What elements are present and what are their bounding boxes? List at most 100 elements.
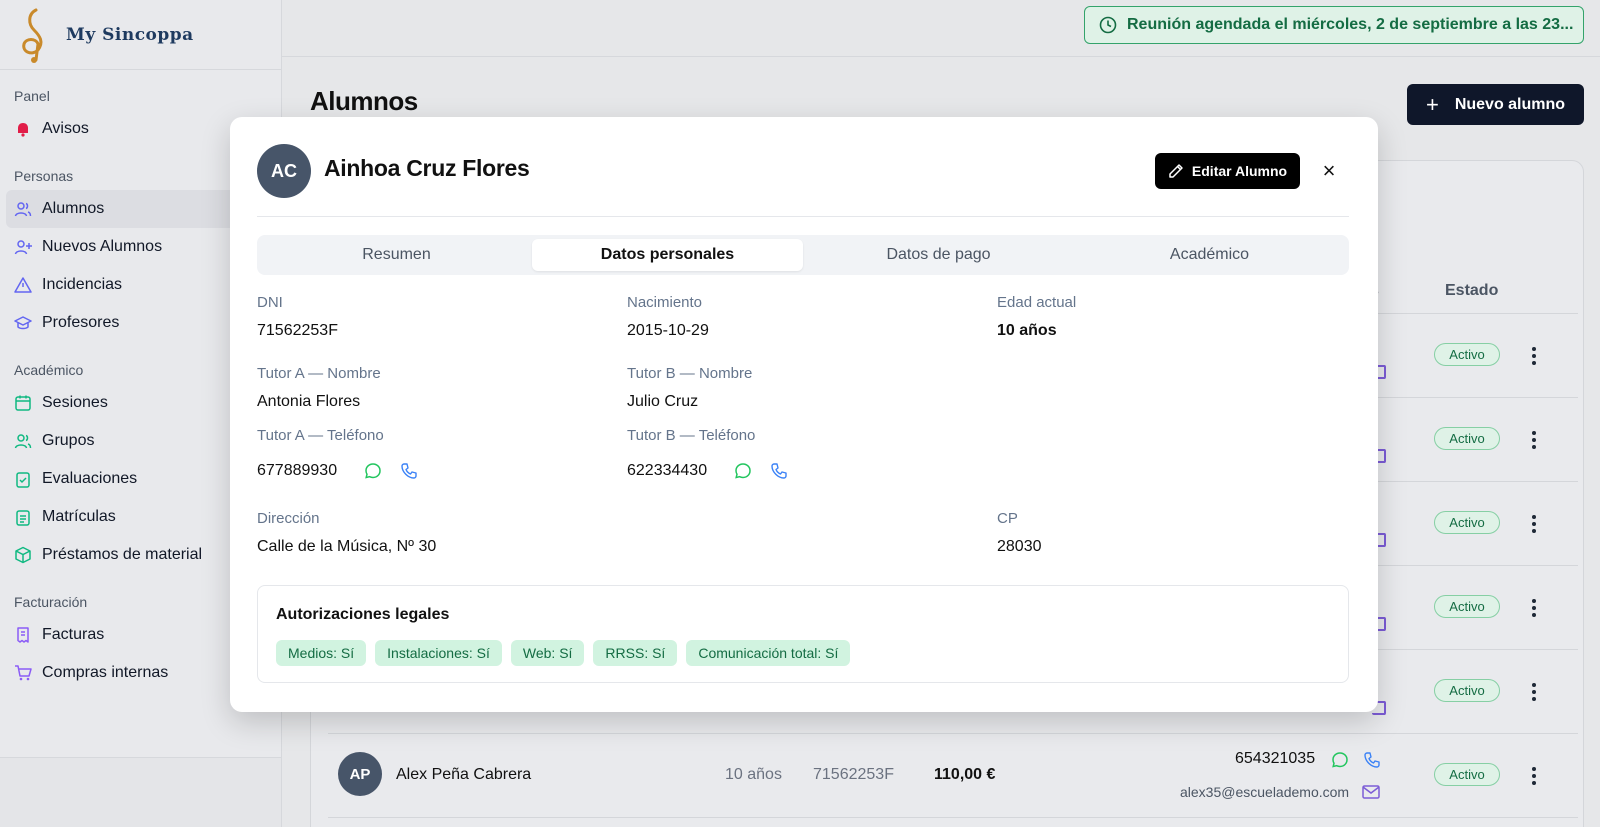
whatsapp-icon[interactable] <box>1331 751 1349 769</box>
tutor-b-name-label: Tutor B — Nombre <box>627 365 753 382</box>
status-badge: Activo <box>1434 679 1500 702</box>
student-name[interactable]: Alex Peña Cabrera <box>396 766 531 784</box>
row-menu-icon[interactable] <box>1530 683 1538 701</box>
row-menu-icon[interactable] <box>1530 599 1538 617</box>
authorization-chip-instalaciones: Instalaciones: Sí <box>375 640 502 666</box>
row-menu-icon[interactable] <box>1530 515 1538 533</box>
tutor-a-name-value: Antonia Flores <box>257 393 361 410</box>
student-detail-modal: AC Ainhoa Cruz Flores Editar Alumno × Re… <box>230 117 1378 712</box>
nav-section-panel: Panel <box>14 88 50 104</box>
tutor-b-phone-value: 622334430 <box>627 462 708 479</box>
cart-icon <box>15 665 32 681</box>
clipboard-check-icon <box>16 472 30 488</box>
authorization-chip-web: Web: Sí <box>510 640 585 666</box>
calendar-icon <box>15 395 31 411</box>
treble-clef-logo-icon <box>22 8 43 63</box>
student-email[interactable]: alex35@escuelademo.com <box>1180 784 1349 800</box>
toast-notification[interactable]: Reunión agendada el miércoles, 2 de sept… <box>1084 6 1584 44</box>
email-icon[interactable] <box>1362 785 1380 799</box>
modal-divider <box>257 216 1349 217</box>
student-name-title: Ainhoa Cruz Flores <box>324 155 530 181</box>
phone-icon[interactable] <box>770 462 788 480</box>
dni-value: 71562253F <box>257 322 338 339</box>
graduation-cap-icon <box>14 316 32 330</box>
tab-datos-de-pago[interactable]: Datos de pago <box>803 239 1074 271</box>
tutor-a-contact-actions <box>364 462 418 480</box>
status-badge: Activo <box>1434 343 1500 366</box>
sidebar-item-label: Alumnos <box>42 200 105 217</box>
tutor-b-contact-actions <box>734 462 788 480</box>
student-dni: 71562253F <box>813 766 894 783</box>
avatar: AP <box>338 752 382 796</box>
avatar: AC <box>257 144 311 198</box>
toast-text: Reunión agendada el miércoles, 2 de sept… <box>1127 16 1574 33</box>
tutor-b-phone-label: Tutor B — Teléfono <box>627 427 756 444</box>
authorization-chip-rrss: RRSS: Sí <box>593 640 678 666</box>
column-header-status[interactable]: Estado <box>1445 282 1498 300</box>
group-icon <box>14 434 32 449</box>
edit-student-label: Editar Alumno <box>1191 163 1288 179</box>
new-student-button[interactable]: + Nuevo alumno <box>1407 84 1584 125</box>
sidebar-item-label: Sesiones <box>42 394 108 411</box>
close-icon[interactable]: × <box>1318 160 1340 182</box>
authorization-chip-medios: Medios: Sí <box>276 640 367 666</box>
sidebar-footer <box>0 757 281 827</box>
sidebar-item-label: Préstamos de material <box>42 546 203 563</box>
table-divider <box>328 733 1578 734</box>
status-badge: Activo <box>1434 511 1500 534</box>
tutor-a-phone-value: 677889930 <box>257 462 338 479</box>
birth-label: Nacimiento <box>627 294 703 311</box>
sidebar-item-label: Matrículas <box>42 508 116 525</box>
package-icon <box>15 546 31 564</box>
tab-academico[interactable]: Académico <box>1074 239 1345 271</box>
table-divider <box>328 817 1578 818</box>
authorization-chips: Medios: Sí Instalaciones: Sí Web: Sí RRS… <box>276 640 851 666</box>
phone-icon[interactable] <box>400 462 418 480</box>
row-menu-icon[interactable] <box>1530 767 1538 785</box>
tab-resumen[interactable]: Resumen <box>261 239 532 271</box>
tutor-a-name-label: Tutor A — Nombre <box>257 365 381 382</box>
modal-tabs: Resumen Datos personales Datos de pago A… <box>257 235 1349 275</box>
edit-student-button[interactable]: Editar Alumno <box>1155 153 1300 189</box>
clock-icon <box>1099 16 1117 34</box>
student-amount: 110,00 € <box>934 766 996 783</box>
sidebar-item-label: Facturas <box>42 626 105 643</box>
tab-datos-personales[interactable]: Datos personales <box>532 239 803 271</box>
status-badge: Activo <box>1434 763 1500 786</box>
age-value: 10 años <box>997 322 1057 339</box>
receipt-icon <box>17 627 29 643</box>
users-icon <box>14 202 32 217</box>
tutor-a-phone-label: Tutor A — Teléfono <box>257 427 384 444</box>
sidebar-item-label: Grupos <box>42 432 95 449</box>
sidebar-item-label: Avisos <box>42 120 89 137</box>
sidebar-item-label: Evaluaciones <box>42 470 138 487</box>
address-value: Calle de la Música, Nº 30 <box>257 538 437 555</box>
warning-icon <box>14 277 32 293</box>
plus-icon: + <box>1425 91 1439 117</box>
pencil-icon <box>1169 164 1183 178</box>
page-title: Alumnos <box>310 86 418 116</box>
student-age: 10 años <box>725 766 782 783</box>
tutor-b-name-value: Julio Cruz <box>627 393 699 410</box>
cp-label: CP <box>997 510 1018 527</box>
phone-icon[interactable] <box>1363 751 1381 769</box>
dni-label: DNI <box>257 294 283 311</box>
new-student-label: Nuevo alumno <box>1454 95 1566 113</box>
legal-authorizations-title: Autorizaciones legales <box>276 606 450 623</box>
status-badge: Activo <box>1434 427 1500 450</box>
row-menu-icon[interactable] <box>1530 431 1538 449</box>
whatsapp-icon[interactable] <box>734 462 752 480</box>
brand[interactable]: My Sincoppa <box>0 0 281 70</box>
status-badge: Activo <box>1434 595 1500 618</box>
cp-value: 28030 <box>997 538 1042 555</box>
birth-value: 2015-10-29 <box>627 322 709 339</box>
age-label: Edad actual <box>997 294 1077 311</box>
user-plus-icon <box>14 240 32 255</box>
sidebar-item-label: Incidencias <box>42 276 123 293</box>
address-label: Dirección <box>257 510 320 527</box>
row-menu-icon[interactable] <box>1530 347 1538 365</box>
sidebar-item-label: Nuevos Alumnos <box>42 238 163 255</box>
legal-authorizations-panel: Autorizaciones legales Medios: Sí Instal… <box>257 585 1349 683</box>
whatsapp-icon[interactable] <box>364 462 382 480</box>
authorization-chip-comunicacion: Comunicación total: Sí <box>686 640 851 666</box>
